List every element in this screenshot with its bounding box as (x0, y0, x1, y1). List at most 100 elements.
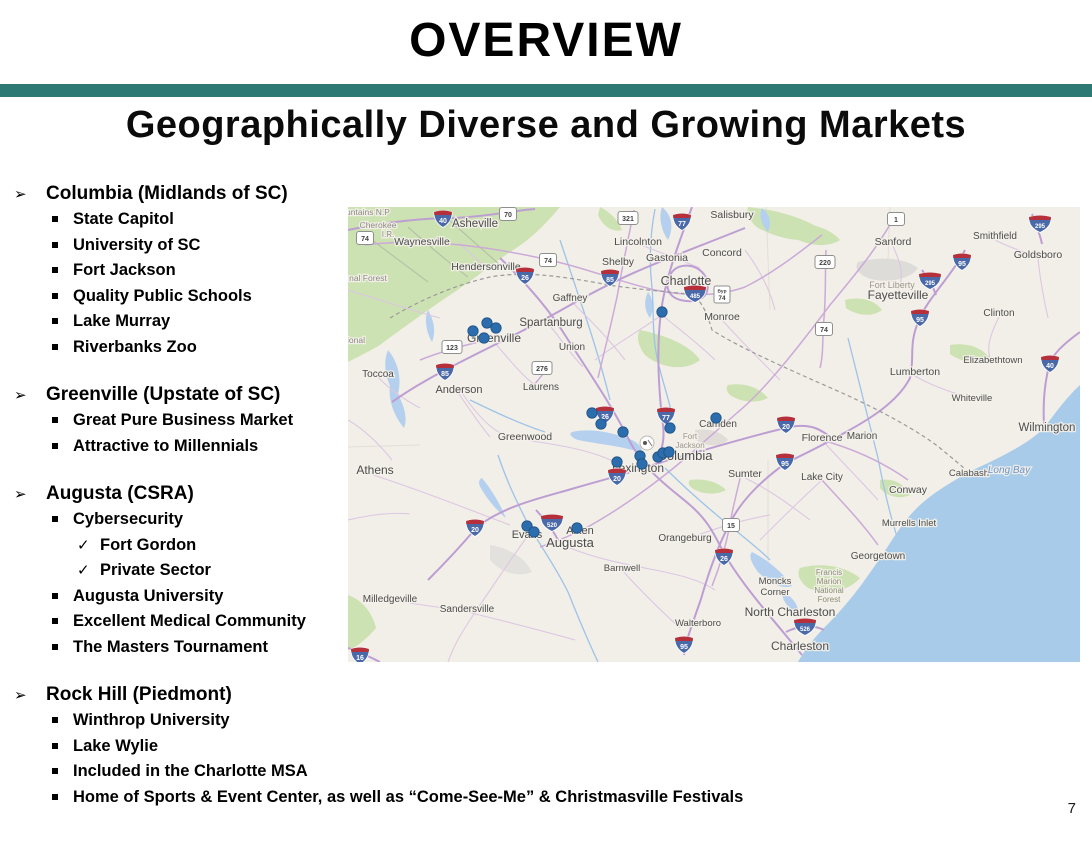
list-item: Home of Sports & Event Center, as well a… (14, 785, 1076, 811)
square-bullet-icon (52, 242, 58, 248)
square-bullet-icon (52, 443, 58, 449)
square-bullet-icon (52, 267, 58, 273)
svg-text:85: 85 (606, 277, 614, 284)
accent-divider-bar (0, 84, 1092, 97)
svg-text:276: 276 (536, 366, 548, 373)
map-label: Forest (818, 595, 841, 604)
location-marker (479, 333, 489, 343)
location-marker (587, 408, 597, 418)
us-route-shield-icon: 123 (442, 341, 462, 354)
square-bullet-icon (52, 768, 58, 774)
square-bullet-icon (52, 618, 58, 624)
map-label: Spartanburg (519, 317, 582, 329)
svg-text:1: 1 (894, 217, 898, 224)
map-label: Smithfield (973, 231, 1017, 242)
us-route-shield-icon: 321 (618, 212, 638, 225)
svg-text:20: 20 (782, 424, 790, 431)
map-label: Lake City (801, 472, 843, 483)
svg-text:74: 74 (718, 295, 726, 302)
map-label: Florence (802, 432, 843, 444)
svg-text:95: 95 (781, 461, 789, 468)
us-route-shield-icon: 74 (816, 323, 833, 336)
map-label: Union (559, 342, 585, 353)
map-label: Hendersonville (451, 261, 521, 273)
svg-text:15: 15 (727, 523, 735, 530)
svg-text:16: 16 (356, 655, 364, 662)
svg-text:95: 95 (680, 644, 688, 651)
map-label: Shelby (602, 256, 635, 268)
columbia-poi-icon (640, 436, 654, 450)
slide-subtitle: Geographically Diverse and Growing Marke… (0, 102, 1092, 148)
map-label: Walterboro (675, 618, 721, 629)
check-bullet-icon: ✓ (77, 533, 90, 559)
location-marker (529, 527, 539, 537)
market-section: ➢Rock Hill (Piedmont)Winthrop University… (14, 681, 1076, 810)
arrow-bullet-icon: ➢ (14, 481, 27, 508)
us-route-shield-icon: 220 (815, 256, 835, 269)
map-label: I.R. (382, 230, 394, 239)
svg-text:26: 26 (720, 556, 728, 563)
svg-text:95: 95 (958, 261, 966, 268)
map-label: Elizabethtown (963, 355, 1022, 366)
map-label: Marion (847, 431, 878, 442)
map-label: Orangeburg (658, 533, 711, 544)
svg-text:20: 20 (613, 476, 621, 483)
svg-text:26: 26 (521, 275, 529, 282)
map-label: Waynesville (394, 236, 450, 248)
map-label: Conway (889, 484, 928, 496)
square-bullet-icon (52, 717, 58, 723)
map-canvas: AshevilleWaynesvilleHendersonvilleCharlo… (348, 207, 1080, 662)
map-label: Gastonia (646, 252, 688, 264)
page-title: OVERVIEW (0, 12, 1092, 70)
square-bullet-icon (52, 644, 58, 650)
map-label: Murrells Inlet (882, 518, 937, 529)
map-label: Goldsboro (1014, 249, 1063, 261)
us-route-shield-icon: 276 (532, 362, 552, 375)
market-map: AshevilleWaynesvilleHendersonvilleCharlo… (348, 207, 1080, 662)
us-route-shield-icon: 70 (500, 208, 517, 221)
map-label: Charlotte (661, 274, 712, 288)
map-label: Lincolnton (614, 236, 662, 248)
map-label: Charleston (771, 639, 829, 653)
map-label: Marion (817, 577, 841, 586)
map-label: Salisbury (710, 209, 754, 221)
map-label: Milledgeville (363, 594, 418, 605)
map-label: Clinton (983, 308, 1014, 319)
svg-text:526: 526 (800, 627, 811, 633)
square-bullet-icon (52, 794, 58, 800)
us-route-shield-icon: 15 (723, 519, 740, 532)
map-label: Long Bay (988, 465, 1031, 476)
square-bullet-icon (52, 216, 58, 222)
map-label: Toccoa (362, 369, 394, 380)
svg-text:295: 295 (1035, 224, 1046, 230)
list-item: Winthrop University (14, 708, 1076, 734)
svg-text:220: 220 (819, 260, 831, 267)
map-label: Fayetteville (868, 288, 929, 302)
svg-text:40: 40 (1046, 363, 1054, 370)
map-label: Georgetown (851, 551, 905, 562)
svg-text:295: 295 (925, 281, 936, 287)
map-label: Laurens (523, 382, 559, 393)
map-label: National (814, 586, 844, 595)
svg-text:40: 40 (439, 218, 447, 225)
map-label: Monroe (704, 311, 740, 323)
map-label: Lumberton (890, 366, 940, 378)
svg-text:95: 95 (916, 317, 924, 324)
square-bullet-icon (52, 593, 58, 599)
location-marker (618, 427, 628, 437)
svg-text:74: 74 (361, 236, 369, 243)
map-label: Calabash (949, 468, 989, 479)
svg-text:321: 321 (622, 216, 634, 223)
section-title: ➢Columbia (Midlands of SC) (14, 180, 1076, 207)
svg-text:20: 20 (471, 527, 479, 534)
bypass-route-shield-icon: Byp74 (714, 286, 730, 303)
us-route-shield-icon: 74 (540, 254, 557, 267)
map-label: Wilmington (1019, 422, 1076, 434)
map-label: Corner (760, 587, 789, 598)
location-marker (572, 523, 582, 533)
map-label: nal Forest (349, 273, 387, 283)
square-bullet-icon (52, 293, 58, 299)
location-marker (657, 307, 667, 317)
location-marker (711, 413, 721, 423)
map-label: North Charleston (745, 605, 836, 619)
